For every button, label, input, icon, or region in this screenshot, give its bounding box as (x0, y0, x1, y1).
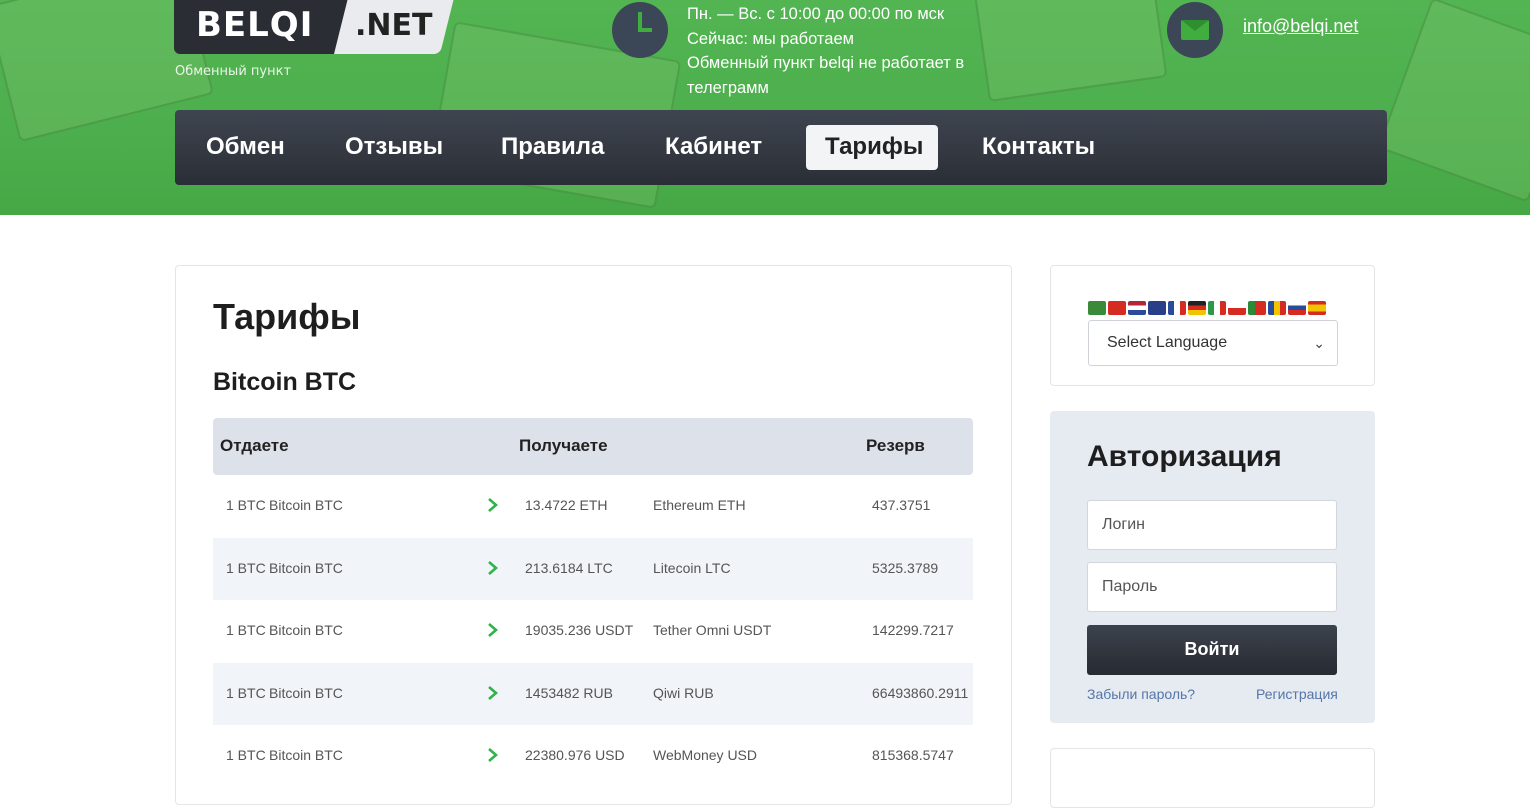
give-currency: Bitcoin BTC (269, 559, 343, 576)
reserve-value: 66493860.2911 (872, 684, 969, 701)
flag-en-icon[interactable] (1148, 301, 1166, 315)
main-nav: Обмен Отзывы Правила Кабинет Тарифы Конт… (175, 110, 1387, 185)
logo[interactable]: BELQI .NET (174, 0, 454, 54)
reserve-value: 815368.5747 (872, 747, 954, 763)
get-currency: WebMoney USD (653, 747, 758, 763)
hours-status-line: Сейчас: мы работаем (687, 29, 854, 48)
flag-ro-icon[interactable] (1268, 301, 1286, 315)
give-amount: 1 BTC (226, 497, 266, 513)
site-header: BELQI .NET Обменный пункт Пн. — Вс. с 10… (0, 0, 1530, 215)
auth-title: Авторизация (1087, 440, 1282, 473)
give-amount: 1 BTC (226, 684, 266, 701)
language-select[interactable]: Select Language ⌄ (1088, 320, 1338, 366)
login-input[interactable]: Логин (1087, 500, 1337, 550)
get-amount: 1453482 RUB (525, 684, 613, 701)
get-currency: Tether Omni USDT (653, 622, 772, 638)
tariffs-table: Отдаете Получаете Резерв 1 BTC Bitcoin B… (213, 418, 973, 788)
get-amount: 22380.976 USD (525, 747, 625, 763)
flag-zh-icon[interactable] (1108, 301, 1126, 315)
logo-text-left: BELQI (174, 0, 349, 54)
flag-nl-icon[interactable] (1128, 301, 1146, 315)
chevron-right-icon (487, 497, 499, 513)
chevron-right-icon (487, 747, 499, 763)
flag-it-icon[interactable] (1208, 301, 1226, 315)
nav-item-reviews[interactable]: Отзывы (326, 125, 462, 170)
flag-es-icon[interactable] (1308, 301, 1326, 315)
column-header-reserve: Резерв (866, 436, 925, 455)
flag-ar-icon[interactable] (1088, 301, 1106, 315)
nav-item-rules[interactable]: Правила (482, 125, 623, 170)
logo-tagline: Обменный пункт (175, 64, 292, 79)
flag-fr-icon[interactable] (1168, 301, 1186, 315)
table-header: Отдаете Получаете Резерв (213, 418, 973, 475)
forgot-password-link[interactable]: Забыли пароль? (1087, 686, 1195, 702)
get-currency: Qiwi RUB (653, 684, 714, 701)
clock-icon (612, 2, 668, 58)
nav-item-exchange[interactable]: Обмен (187, 125, 304, 170)
get-amount: 19035.236 USDT (525, 622, 634, 638)
get-currency: Litecoin LTC (653, 559, 731, 576)
chevron-right-icon (487, 685, 499, 701)
mail-icon (1167, 2, 1223, 58)
column-header-give: Отдаете (220, 436, 289, 455)
reserve-value: 142299.7217 (872, 622, 954, 638)
flag-ru-icon[interactable] (1288, 301, 1306, 315)
email-link[interactable]: info@belqi.net (1243, 16, 1358, 37)
table-row[interactable]: 1 BTC Bitcoin BTC 19035.236 USDT Tether … (213, 600, 973, 663)
reserve-value: 437.3751 (872, 497, 931, 513)
give-currency: Bitcoin BTC (269, 684, 343, 701)
nav-item-tariffs[interactable]: Тарифы (806, 125, 938, 170)
language-flags (1088, 301, 1326, 315)
reserve-value: 5325.3789 (872, 559, 939, 576)
register-link[interactable]: Регистрация (1256, 686, 1338, 702)
nav-item-contacts[interactable]: Контакты (963, 125, 1114, 170)
give-amount: 1 BTC (226, 559, 266, 576)
banknote-decoration (1377, 0, 1530, 203)
login-button[interactable]: Войти (1087, 625, 1337, 675)
nav-item-cabinet[interactable]: Кабинет (646, 125, 781, 170)
table-row[interactable]: 1 BTC Bitcoin BTC 213.6184 LTC Litecoin … (213, 537, 973, 600)
get-currency: Ethereum ETH (653, 497, 746, 513)
give-amount: 1 BTC (226, 622, 266, 638)
flag-pt-icon[interactable] (1248, 301, 1266, 315)
flag-pl-icon[interactable] (1228, 301, 1246, 315)
give-currency: Bitcoin BTC (269, 497, 343, 513)
hours-line: Пн. — Вс. с 10:00 до 00:00 по мск (687, 5, 945, 23)
give-currency: Bitcoin BTC (269, 747, 343, 763)
password-input[interactable]: Пароль (1087, 562, 1337, 612)
working-hours: Пн. — Вс. с 10:00 до 00:00 по мск Сейчас… (687, 2, 1007, 100)
chevron-right-icon (487, 622, 499, 638)
section-title: Bitcoin BTC (213, 368, 357, 396)
hours-notice-line: Обменный пункт belqi не работает в телег… (687, 54, 965, 97)
table-row[interactable]: 1 BTC Bitcoin BTC 22380.976 USD WebMoney… (213, 725, 973, 788)
logo-text-right: .NET (334, 0, 454, 54)
chevron-right-icon (487, 560, 499, 576)
page-title: Тарифы (213, 296, 361, 337)
flag-de-icon[interactable] (1188, 301, 1206, 315)
table-row[interactable]: 1 BTC Bitcoin BTC 1453482 RUB Qiwi RUB 6… (213, 662, 973, 725)
language-select-value: Select Language (1107, 334, 1228, 351)
column-header-get: Получаете (519, 436, 608, 455)
get-amount: 13.4722 ETH (525, 497, 608, 513)
sidebar-widget (1050, 748, 1375, 808)
chevron-down-icon: ⌄ (1313, 335, 1325, 351)
get-amount: 213.6184 LTC (525, 559, 613, 576)
table-row[interactable]: 1 BTC Bitcoin BTC 13.4722 ETH Ethereum E… (213, 475, 973, 538)
give-currency: Bitcoin BTC (269, 622, 343, 638)
give-amount: 1 BTC (226, 747, 266, 763)
